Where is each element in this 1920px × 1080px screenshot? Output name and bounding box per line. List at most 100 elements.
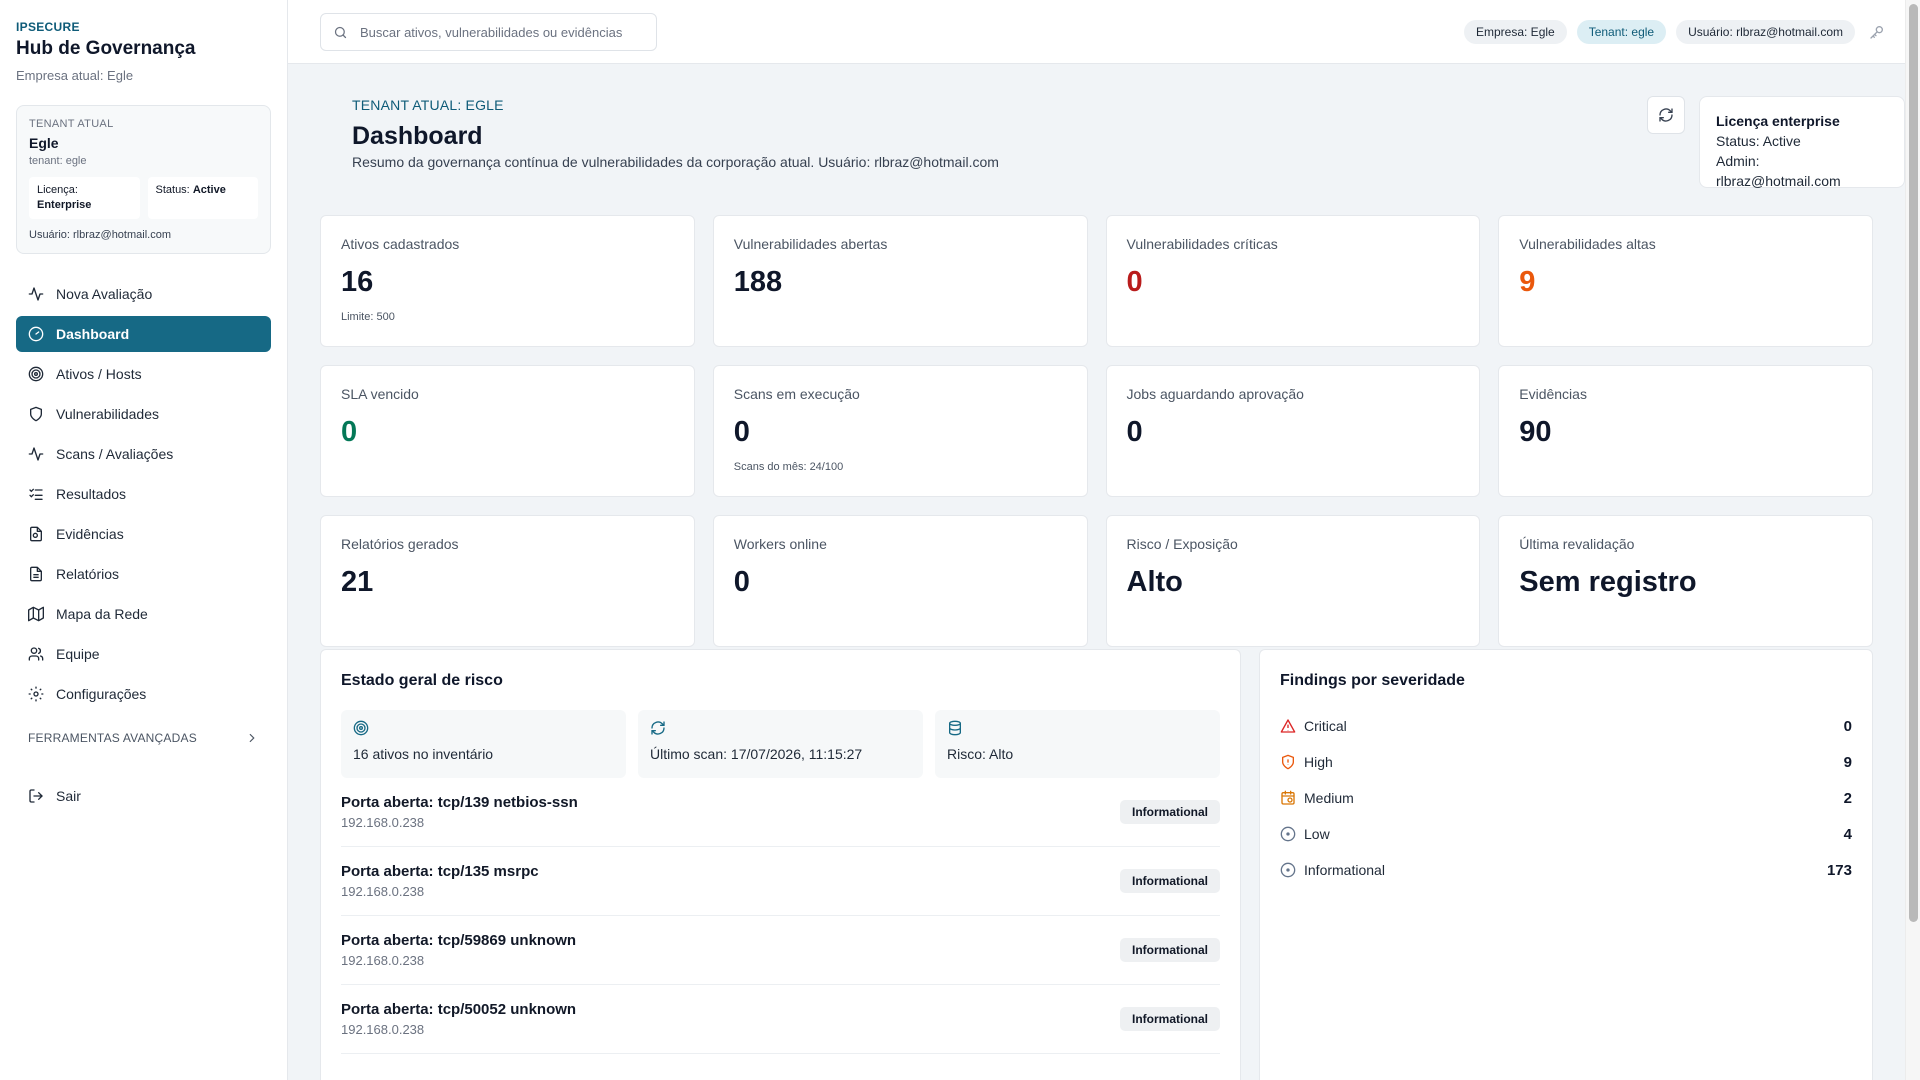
risk-panel: Estado geral de risco 16 ativos no inven… [320, 649, 1241, 1080]
activity-icon [28, 446, 44, 462]
logout-button[interactable]: Sair [16, 778, 271, 814]
kpi-value: 0 [1126, 266, 1143, 298]
kpi-card-scans: Scans em execução 0 Scans do mês: 24/100 [712, 365, 1088, 497]
severity-label: Medium [1304, 790, 1354, 806]
current-company: Empresa atual: Egle [16, 68, 134, 83]
finding-ip: 192.168.0.238 [341, 884, 425, 899]
kpi-label: Jobs aguardando aprovação [1126, 386, 1304, 402]
kpi-label: Vulnerabilidades altas [1519, 236, 1656, 252]
finding-row[interactable]: Porta aberta: tcp/59869 unknown 192.168.… [341, 916, 1220, 985]
tenant-card-label: TENANT ATUAL [29, 118, 114, 130]
finding-title: Porta aberta: tcp/139 netbios-ssn [341, 794, 578, 811]
tenant-chip: Tenant: egle [1576, 20, 1667, 44]
database-icon [947, 720, 1208, 736]
search-icon [333, 25, 348, 40]
finding-row[interactable]: Porta aberta: tcp/135 msrpc 192.168.0.23… [341, 847, 1220, 916]
shield-alert-icon [1280, 754, 1296, 770]
kpi-value: 0 [341, 416, 358, 448]
sidebar-item-label: Ativos / Hosts [56, 366, 142, 382]
kpi-value: 90 [1519, 416, 1552, 448]
license-title: Licença enterprise [1716, 113, 1840, 129]
kpi-card-vulns-altas: Vulnerabilidades altas 9 [1498, 215, 1873, 347]
finding-ip: 192.168.0.238 [341, 953, 425, 968]
circle-dot-icon [1280, 826, 1296, 842]
scrollbar-thumb[interactable] [1909, 4, 1918, 922]
kpi-grid: Ativos cadastrados 16 Limite: 500 Vulner… [320, 215, 1873, 647]
license-status: Status: Active [1716, 133, 1801, 149]
sidebar-item-dashboard[interactable]: Dashboard [16, 316, 271, 352]
sidebar-item-label: Relatórios [56, 566, 120, 582]
sidebar-item-label: Evidências [56, 526, 124, 542]
target-icon [28, 366, 44, 382]
key-icon[interactable] [1869, 24, 1885, 40]
severity-count: 4 [1843, 825, 1852, 843]
status-mini-label: Status: [155, 184, 190, 196]
refresh-button[interactable] [1647, 96, 1685, 134]
advanced-tools-toggle[interactable]: FERRAMENTAS AVANÇADAS [16, 720, 271, 756]
status-mini: Status: Active [147, 177, 258, 219]
page-header: TENANT ATUAL: EGLE Dashboard Resumo da g… [320, 64, 1905, 215]
license-admin: Admin: rlbraz@hotmail.com [1716, 153, 1841, 189]
license-mini-value: Enterprise [37, 199, 92, 211]
advanced-tools-label: FERRAMENTAS AVANÇADAS [28, 731, 197, 745]
sidebar-item-configuracoes[interactable]: Configurações [16, 676, 271, 712]
risk-panel-title: Estado geral de risco [341, 672, 503, 689]
kpi-sub: Limite: 500 [341, 311, 395, 323]
severity-row-critical: Critical 0 [1280, 708, 1852, 744]
gauge-icon [28, 326, 44, 342]
sidebar-item-label: Vulnerabilidades [56, 406, 159, 422]
severity-badge: Informational [1119, 938, 1220, 962]
sidebar-item-ativos-hosts[interactable]: Ativos / Hosts [16, 356, 271, 392]
sidebar-item-label: Equipe [56, 646, 100, 662]
severity-label: Critical [1304, 718, 1347, 734]
stat-text: 16 ativos no inventário [353, 746, 494, 762]
sidebar-item-equipe[interactable]: Equipe [16, 636, 271, 672]
chevron-right-icon [245, 731, 259, 745]
sidebar-item-evidencias[interactable]: Evidências [16, 516, 271, 552]
main-content: TENANT ATUAL: EGLE Dashboard Resumo da g… [288, 64, 1905, 1080]
file-search-icon [28, 526, 44, 542]
sidebar-item-resultados[interactable]: Resultados [16, 476, 271, 512]
target-icon [353, 720, 614, 736]
stat-risk: Risco: Alto [935, 710, 1220, 778]
license-card: Licença enterprise Status: Active Admin:… [1699, 96, 1905, 189]
kpi-card-vulns-criticas: Vulnerabilidades críticas 0 [1105, 215, 1481, 347]
tenant-name: Egle [29, 135, 59, 151]
kpi-card-relatorios: Relatórios gerados 21 [320, 515, 695, 647]
finding-title: Porta aberta: tcp/50052 unknown [341, 1001, 577, 1018]
kpi-card-jobs: Jobs aguardando aprovação 0 [1105, 365, 1481, 497]
sidebar: IPSECURE Hub de Governança Empresa atual… [0, 0, 288, 1080]
sidebar-item-mapa-rede[interactable]: Mapa da Rede [16, 596, 271, 632]
sidebar-item-nova-avaliacao[interactable]: Nova Avaliação [16, 276, 271, 312]
tenant-card: TENANT ATUAL Egle tenant: egle Licença: … [16, 105, 271, 254]
severity-badge: Informational [1119, 800, 1220, 824]
kpi-value: 9 [1519, 266, 1536, 298]
refresh-icon [650, 720, 911, 736]
stat-last-scan: Último scan: 17/07/2026, 11:15:27 [638, 710, 923, 778]
page-title: Dashboard [352, 122, 483, 150]
finding-row[interactable]: Porta aberta: tcp/50052 unknown 192.168.… [341, 985, 1220, 1054]
sidebar-item-label: Resultados [56, 486, 127, 502]
kpi-label: Vulnerabilidades críticas [1126, 236, 1278, 252]
refresh-icon [1658, 107, 1674, 123]
finding-row[interactable]: Porta aberta: tcp/139 netbios-ssn 192.16… [341, 778, 1220, 847]
severity-count: 173 [1826, 861, 1852, 879]
sidebar-item-vulnerabilidades[interactable]: Vulnerabilidades [16, 396, 271, 432]
search-box[interactable] [320, 13, 657, 51]
search-input[interactable] [360, 24, 640, 40]
kpi-card-vulns-abertas: Vulnerabilidades abertas 188 [712, 215, 1088, 347]
kpi-card-sla: SLA vencido 0 [320, 365, 695, 497]
sidebar-item-relatorios[interactable]: Relatórios [16, 556, 271, 592]
severity-count: 2 [1843, 789, 1852, 807]
sidebar-item-scans[interactable]: Scans / Avaliações [16, 436, 271, 472]
kpi-label: Workers online [733, 536, 827, 552]
sidebar-item-label: Mapa da Rede [56, 606, 148, 622]
severity-panel: Findings por severidade Critical 0 High … [1259, 649, 1873, 1080]
kpi-card-revalidacao: Última revalidação Sem registro [1498, 515, 1873, 647]
tenant-user: Usuário: rlbraz@hotmail.com [29, 229, 171, 241]
page-scrollbar[interactable] [1905, 0, 1920, 1080]
kpi-label: SLA vencido [341, 386, 419, 402]
gear-icon [28, 686, 44, 702]
severity-count: 0 [1843, 717, 1852, 735]
kpi-value: 21 [341, 566, 374, 598]
